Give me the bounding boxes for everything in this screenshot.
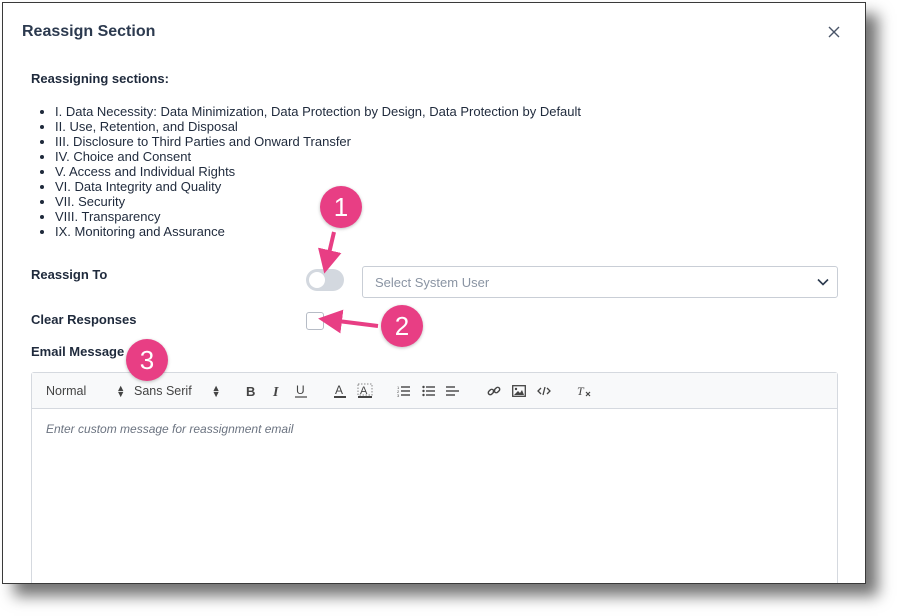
annotation-arrows — [318, 231, 379, 334]
annotation-badge-1: 1 — [320, 186, 362, 228]
annotation-badge-2: 2 — [381, 305, 423, 347]
annotation-arrow-1 — [318, 231, 342, 274]
annotation-badge-3: 3 — [126, 339, 168, 381]
annotation-arrow-2 — [318, 309, 379, 334]
